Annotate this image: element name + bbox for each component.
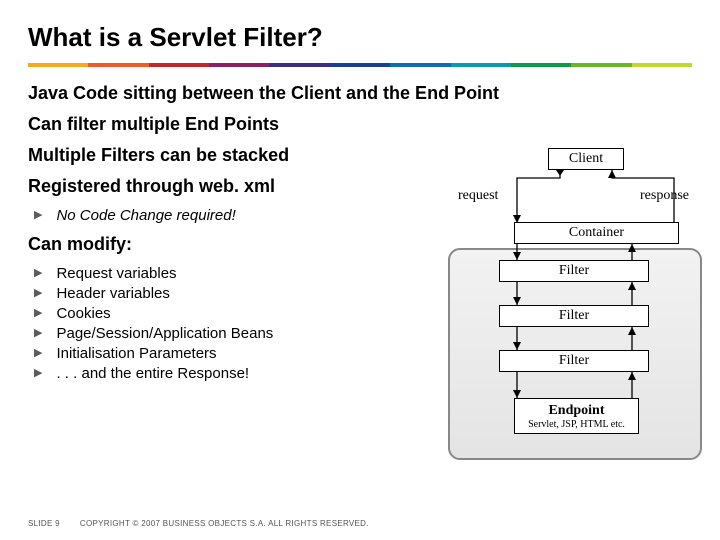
rainbow-segment [571, 63, 631, 67]
rainbow-segment [330, 63, 390, 67]
footer: SLIDE 9 COPYRIGHT © 2007 BUSINESS OBJECT… [28, 519, 692, 528]
diagram-endpoint-box: Endpoint Servlet, JSP, HTML etc. [514, 398, 639, 434]
bullet-main: Java Code sitting between the Client and… [28, 83, 692, 104]
diagram-client-box: Client [548, 148, 624, 170]
rainbow-segment [28, 63, 88, 67]
diagram-response-label: response [640, 188, 689, 204]
rainbow-divider [28, 63, 692, 67]
sub-bullet-label: Header variables [56, 285, 169, 302]
slide-title: What is a Servlet Filter? [28, 22, 692, 53]
chevron-icon: ▶ [34, 368, 42, 379]
copyright-text: COPYRIGHT © 2007 BUSINESS OBJECTS S.A. A… [80, 519, 369, 528]
diagram-filter-box: Filter [499, 260, 649, 282]
rainbow-segment [209, 63, 269, 67]
diagram-request-label: request [458, 188, 498, 204]
sub-bullet-label: No Code Change required! [56, 207, 235, 224]
sub-bullet-label: Request variables [56, 265, 176, 282]
chevron-icon: ▶ [34, 328, 42, 339]
chevron-icon: ▶ [34, 308, 42, 319]
sub-bullet-label: Initialisation Parameters [56, 345, 216, 362]
rainbow-segment [88, 63, 148, 67]
chevron-icon: ▶ [34, 268, 42, 279]
sub-bullet-label: . . . and the entire Response! [56, 365, 249, 382]
chevron-icon: ▶ [34, 288, 42, 299]
slide: What is a Servlet Filter? Java Code sitt… [0, 0, 720, 540]
chevron-icon: ▶ [34, 348, 42, 359]
chevron-icon: ▶ [34, 210, 42, 221]
diagram-filter-box: Filter [499, 305, 649, 327]
bullet-main: Can filter multiple End Points [28, 114, 692, 135]
rainbow-segment [511, 63, 571, 67]
rainbow-segment [390, 63, 450, 67]
rainbow-segment [269, 63, 329, 67]
rainbow-segment [149, 63, 209, 67]
diagram-endpoint-sub: Servlet, JSP, HTML etc. [515, 419, 638, 430]
diagram-container-label-box: Container [514, 222, 679, 244]
rainbow-segment [451, 63, 511, 67]
sub-bullet-label: Page/Session/Application Beans [56, 325, 273, 342]
sub-bullet-label: Cookies [56, 305, 110, 322]
rainbow-segment [632, 63, 692, 67]
diagram-endpoint-title: Endpoint [515, 403, 638, 419]
slide-number: SLIDE 9 [28, 519, 60, 528]
diagram-filter-box: Filter [499, 350, 649, 372]
diagram: Client request response Container Filter… [442, 148, 710, 473]
